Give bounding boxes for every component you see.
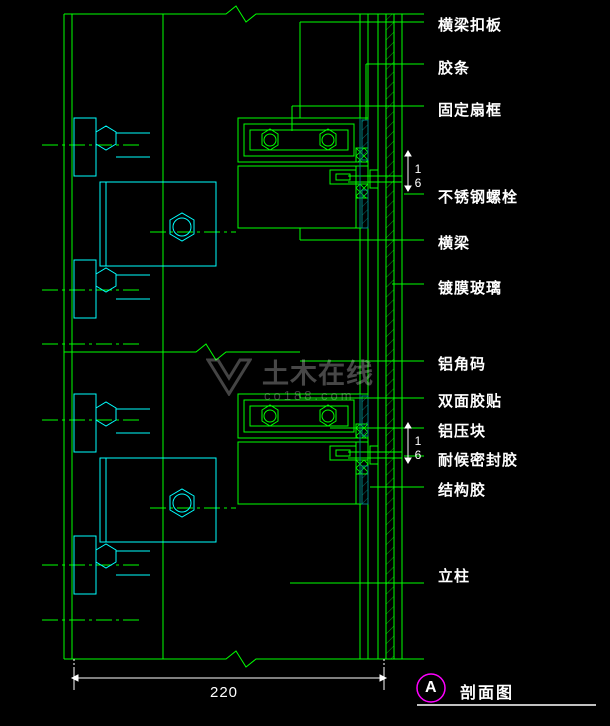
upper-sealant-teal: [359, 118, 369, 229]
watermark-text: 土木在线: [262, 359, 374, 389]
watermark-subtext: co188.com: [264, 388, 355, 403]
dimension-text-16-upper: 16: [411, 162, 425, 190]
dimension-text-16-lower: 16: [411, 434, 425, 462]
annotation-label-luyakuai: 铝压块: [438, 423, 487, 440]
centerlines: [42, 144, 236, 621]
annotation-label-naihoumifengjiao: 耐候密封胶: [438, 452, 519, 469]
cad-drawing-canvas: 土木在线 co188.com 横梁扣板 胶条 固定扇框 不锈钢螺栓 横梁 镀膜玻…: [0, 0, 610, 726]
annotation-label-shuangmianjiaotie: 双面胶贴: [438, 393, 503, 410]
drawing-border-breaklines: [64, 5, 424, 668]
upper-mullion-profile: [237, 117, 402, 229]
upper-assembly: [73, 117, 217, 319]
section-title-text: 剖面图: [460, 685, 515, 702]
section-marker-letter: A: [425, 679, 439, 696]
annotation-label-buxiugangluoshuan: 不锈钢螺栓: [438, 189, 519, 206]
annotation-label-lujiaoma: 铝角码: [438, 356, 487, 373]
annotation-label-lizhu: 立柱: [438, 568, 471, 585]
glass-panel-band: [367, 13, 394, 660]
dimension-text-220: 220: [210, 684, 239, 701]
annotation-label-jiegoujiao: 结构胶: [438, 482, 487, 499]
annotation-label-hengliangkouban: 横梁扣板: [438, 17, 503, 34]
annotation-label-dumoboli: 镀膜玻璃: [438, 280, 503, 297]
lower-sealant-teal: [359, 394, 369, 505]
lower-assembly: [73, 393, 217, 595]
annotation-label-gudingshankuang: 固定扇框: [438, 102, 503, 119]
annotation-label-hengliang: 横梁: [438, 235, 471, 252]
annotation-label-jiaotiao: 胶条: [438, 60, 471, 77]
